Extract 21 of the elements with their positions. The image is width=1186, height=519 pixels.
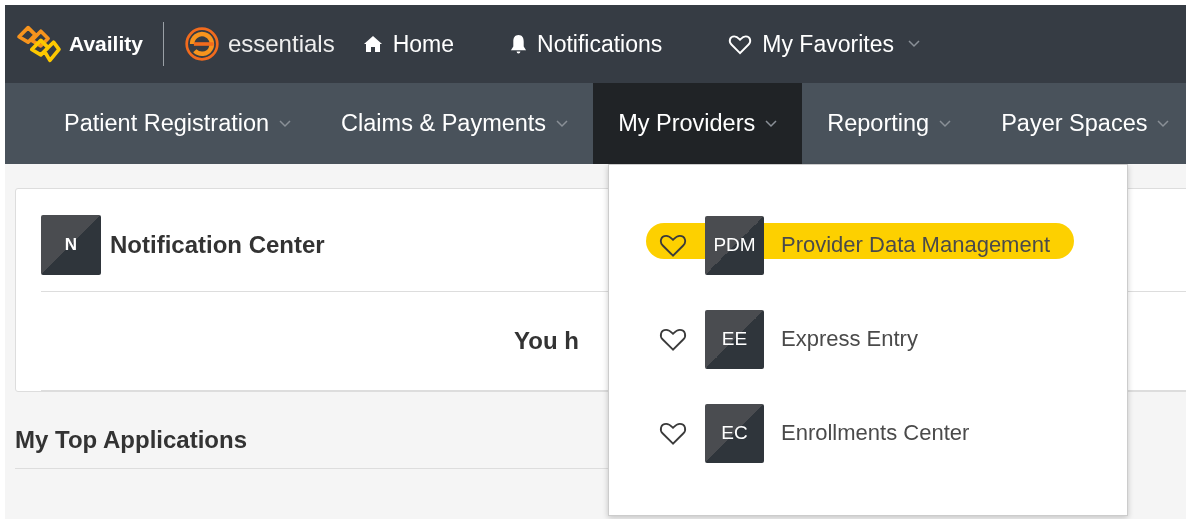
brand-name: Availity (69, 32, 143, 56)
menu-item-label: Provider Data Management (781, 232, 1051, 258)
menu-item[interactable]: PDM Provider Data Management (609, 215, 1127, 275)
app-tile-icon: EE (705, 309, 764, 369)
card-title: Notification Center (110, 231, 325, 259)
app-tile-icon: PDM (705, 215, 764, 275)
app-tile-icon: EC (705, 403, 764, 463)
nav-tab[interactable]: Payer Spaces (976, 83, 1186, 164)
nav-tab[interactable]: Patient Registration (39, 83, 317, 164)
nav-tab[interactable]: My Providers (593, 83, 803, 164)
header-link[interactable]: Home (362, 30, 454, 58)
menu-item[interactable]: EE Express Entry (609, 309, 1127, 369)
nav-tab[interactable]: Claims & Payments (316, 83, 594, 164)
app-tile-icon: N (41, 215, 101, 275)
menu-item-label: Enrollments Center (781, 420, 970, 446)
product-name: essentials (227, 30, 335, 58)
notification-message: You h (514, 327, 579, 355)
header-link[interactable]: Notifications (510, 30, 663, 58)
nav-tab[interactable]: Reporting (802, 83, 977, 164)
header-link[interactable]: My Favorites (728, 30, 920, 58)
menu-item-label: Express Entry (781, 326, 918, 352)
